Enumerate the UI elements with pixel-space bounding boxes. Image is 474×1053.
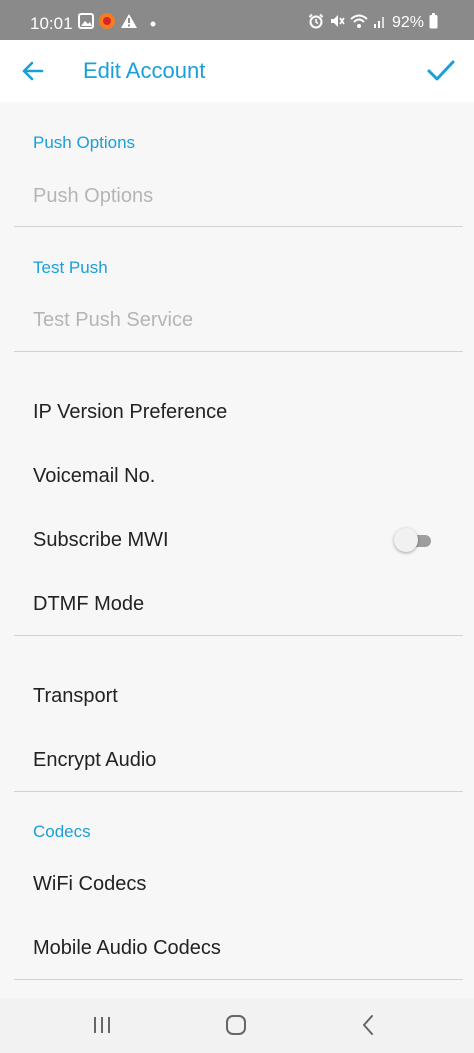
recent-apps-icon [94, 1017, 110, 1033]
divider [14, 226, 463, 227]
dot-icon [150, 14, 156, 32]
section-header-test-push: Test Push [33, 258, 108, 277]
pref-test-push-service[interactable]: Test Push Service [0, 288, 474, 352]
pref-dtmf-mode[interactable]: DTMF Mode [0, 572, 474, 636]
mute-icon [329, 13, 345, 34]
pref-mobile-codecs-title: Mobile Audio Codecs [33, 937, 221, 959]
status-bar: 10:01 92% [0, 0, 474, 40]
home-icon [226, 1015, 246, 1035]
check-icon [427, 60, 455, 81]
back-button[interactable] [14, 52, 52, 90]
divider [14, 351, 463, 352]
pref-subscribe-mwi-title: Subscribe MWI [33, 529, 169, 551]
arrow-left-icon [22, 61, 44, 81]
pref-encrypt-audio[interactable]: Encrypt Audio [0, 728, 474, 792]
confirm-button[interactable] [420, 50, 460, 90]
pref-transport-title: Transport [33, 685, 118, 707]
battery-icon [429, 12, 438, 34]
signal-icon [373, 13, 387, 34]
pref-ip-version-title: IP Version Preference [33, 401, 228, 423]
pref-voicemail-title: Voicemail No. [33, 465, 156, 487]
section-header-push-options: Push Options [33, 133, 136, 152]
pref-ip-version[interactable]: IP Version Preference [0, 380, 474, 444]
nav-back-button[interactable] [354, 1010, 384, 1040]
pref-push-options[interactable]: Push Options [0, 164, 474, 228]
pref-wifi-codecs-title: WiFi Codecs [33, 873, 147, 895]
pref-encrypt-audio-title: Encrypt Audio [33, 749, 157, 771]
system-nav-bar [0, 998, 474, 1053]
status-time: 10:01 [30, 14, 73, 33]
section-header-codecs: Codecs [33, 822, 91, 841]
divider [14, 979, 463, 980]
divider [14, 635, 463, 636]
alarm-icon [308, 13, 324, 34]
pref-mobile-codecs[interactable]: Mobile Audio Codecs [0, 916, 474, 980]
app-bar: Edit Account [0, 40, 474, 102]
toggle-thumb [394, 528, 418, 552]
subscribe-mwi-toggle[interactable] [394, 528, 431, 552]
battery-percent: 92% [391, 14, 424, 31]
divider [14, 791, 463, 792]
home-button[interactable] [221, 1010, 251, 1040]
pref-subscribe-mwi[interactable]: Subscribe MWI [0, 508, 474, 572]
warning-icon [120, 13, 138, 34]
pref-dtmf-mode-title: DTMF Mode [33, 593, 145, 615]
page-title: Edit Account [83, 58, 206, 83]
recent-apps-button[interactable] [87, 1010, 117, 1040]
status-left-icons [78, 12, 156, 35]
pref-test-push-service-title: Test Push Service [33, 309, 194, 331]
pref-transport[interactable]: Transport [0, 664, 474, 728]
pref-voicemail[interactable]: Voicemail No. [0, 444, 474, 508]
wifi-icon [350, 13, 368, 34]
pref-wifi-codecs[interactable]: WiFi Codecs [0, 852, 474, 916]
firefox-icon [98, 12, 116, 35]
back-icon [363, 1015, 373, 1035]
gallery-icon [78, 12, 94, 34]
status-right-icons: 92% [308, 12, 438, 34]
pref-push-options-title: Push Options [33, 185, 154, 207]
